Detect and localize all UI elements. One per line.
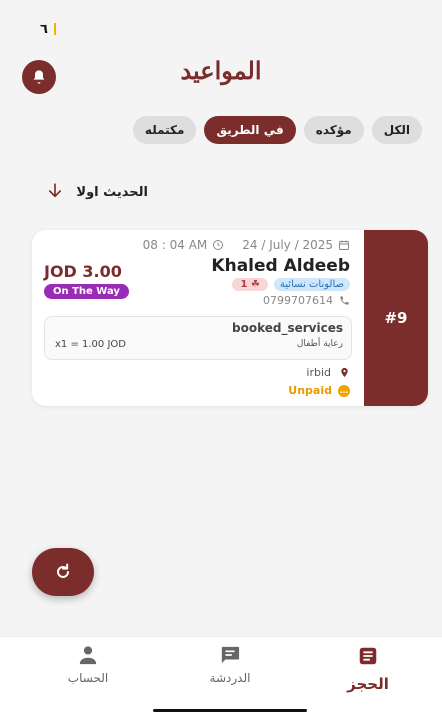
header: المواعيد	[0, 52, 442, 96]
nav-account-label: الحساب	[67, 671, 109, 685]
location-value: irbid	[306, 366, 331, 379]
booking-icon	[359, 647, 377, 665]
people-icon: ☘	[250, 279, 260, 290]
refresh-button[interactable]	[32, 548, 94, 596]
filter-on-the-way[interactable]: في الطريق	[204, 116, 296, 144]
nav-booking[interactable]: الحجز	[318, 645, 418, 693]
nav-booking-label: الحجز	[347, 675, 389, 693]
person-icon	[79, 646, 97, 665]
nav-account[interactable]: الحساب	[38, 645, 138, 685]
service-price: x1 = 1.00 JOD	[55, 339, 126, 350]
services-title: booked_services	[232, 321, 343, 335]
people-count-tag: 1 ☘	[232, 278, 268, 291]
status-indicator	[53, 23, 56, 35]
bottom-nav: الحساب الدردشة الحجز	[0, 636, 442, 713]
payment-status: Unpaid …	[288, 384, 350, 397]
customer-phone[interactable]: 0799707614	[263, 294, 350, 307]
arrow-down-icon	[46, 182, 64, 203]
clock-icon	[213, 240, 224, 250]
calendar-icon	[339, 240, 349, 250]
filter-completed[interactable]: مكتمله	[132, 116, 197, 144]
filter-tabs: الكل مؤكده في الطريق مكتمله	[132, 116, 422, 144]
booking-date-value: 24 / July / 2025	[242, 238, 333, 252]
phone-value: 0799707614	[263, 294, 333, 307]
category-tag: صالونات نسائية	[273, 278, 350, 291]
booking-meta: 08 : 04 AM 24 / July / 2025	[143, 238, 350, 252]
booking-tags: صالونات نسائية 1 ☘	[232, 278, 350, 291]
booked-services-box: booked_services رعاية أطفال x1 = 1.00 JO…	[44, 316, 352, 360]
status-bar: ٦	[40, 18, 422, 40]
sort-label: الحديث اولا	[76, 185, 148, 200]
booking-location: irbid	[306, 366, 350, 379]
booking-price: JOD 3.00	[44, 262, 122, 281]
booking-time-value: 08 : 04 AM	[142, 238, 208, 252]
filter-all[interactable]: الكل	[371, 116, 422, 144]
booking-number: #9	[364, 230, 428, 406]
home-indicator	[153, 709, 307, 712]
more-icon: …	[338, 384, 350, 397]
status-time: ٦	[40, 21, 48, 37]
sort-toggle[interactable]: الحديث اولا	[28, 182, 148, 203]
location-pin-icon	[341, 367, 348, 378]
booking-card[interactable]: #9 08 : 04 AM 24 / July / 2025 Khaled Al…	[32, 230, 428, 406]
booking-time: 08 : 04 AM	[143, 238, 225, 252]
service-name: رعاية أطفال	[296, 339, 343, 349]
payment-status-value: Unpaid	[288, 384, 332, 397]
booking-date: 24 / July / 2025	[242, 238, 350, 252]
status-badge: On The Way	[44, 284, 129, 299]
page-title: المواعيد	[180, 56, 262, 85]
filter-confirmed[interactable]: مؤكده	[303, 116, 364, 144]
nav-chat-label: الدردشة	[209, 671, 251, 685]
chat-icon	[221, 646, 240, 664]
nav-chat[interactable]: الدردشة	[180, 645, 280, 685]
customer-name: Khaled Aldeeb	[211, 256, 350, 276]
people-count-value: 1	[240, 279, 248, 290]
phone-icon	[340, 296, 349, 305]
refresh-icon	[57, 563, 69, 578]
